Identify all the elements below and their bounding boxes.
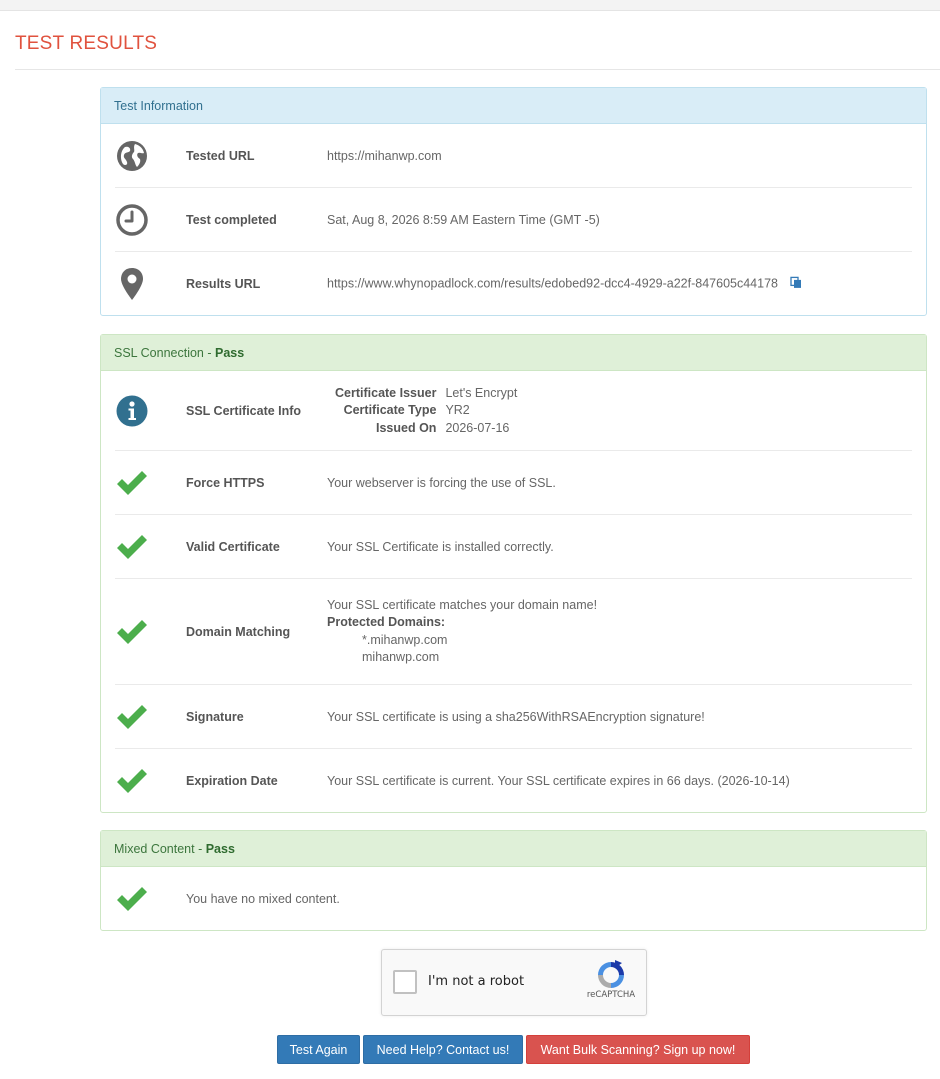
issued-on-key: Issued On (376, 420, 437, 435)
results-url-text[interactable]: https://www.whynopadlock.com/results/edo… (327, 276, 778, 290)
status-badge: Pass (205, 842, 235, 856)
panel-heading: Mixed Content - Pass (101, 831, 926, 867)
mixed-content-row: You have no mixed content. (115, 867, 912, 930)
signature-label: Signature (186, 709, 244, 724)
signature-value: Your SSL certificate is using a sha256Wi… (327, 709, 705, 724)
recaptcha-brand: reCAPTCHA (586, 990, 636, 1000)
force-https-row: Force HTTPS Your webserver is forcing th… (115, 451, 912, 515)
mixed-content-panel: Mixed Content - Pass You have no mixed c… (100, 830, 927, 931)
ssl-certificate-info-row: SSL Certificate Info Certificate Issuer L… (115, 371, 912, 451)
clock-icon (115, 203, 149, 237)
test-completed-label: Test completed (186, 212, 277, 227)
tested-url-label: Tested URL (186, 148, 255, 163)
globe-icon (115, 139, 149, 173)
results-url-value: https://www.whynopadlock.com/results/edo… (327, 276, 802, 291)
check-icon (115, 882, 149, 916)
tested-url-row: Tested URL https://mihanwp.com (115, 124, 912, 188)
certificate-issuer-value: Let's Encrypt (445, 385, 518, 400)
status-badge: Pass (214, 346, 245, 360)
mixed-content-value: You have no mixed content. (186, 891, 340, 906)
bulk-scanning-signup-button[interactable]: Want Bulk Scanning? Sign up now! (526, 1035, 750, 1064)
certificate-type-value: YR2 (445, 402, 470, 417)
protected-domain: mihanwp.com (362, 650, 440, 664)
test-completed-value: Sat, Aug 8, 2026 8:59 AM Eastern Time (G… (327, 212, 600, 227)
expiration-date-row: Expiration Date Your SSL certificate is … (115, 749, 912, 813)
expiration-date-label: Expiration Date (186, 774, 278, 788)
check-icon (115, 615, 149, 649)
title-divider (15, 69, 940, 70)
force-https-value: Your webserver is forcing the use of SSL… (327, 475, 556, 490)
check-icon (115, 530, 149, 564)
heading-text: Mixed Content (114, 842, 195, 856)
certificate-issuer-key: Certificate Issuer (335, 385, 437, 400)
domain-matching-label: Domain Matching (186, 624, 291, 639)
top-bar (0, 0, 940, 11)
test-again-button[interactable]: Test Again (277, 1035, 360, 1064)
test-information-panel: Test Information Tested URL https://miha… (100, 87, 927, 316)
domain-match-message: Your SSL certificate matches your domain… (327, 597, 598, 612)
test-completed-row: Test completed Sat, Aug 8, 2026 8:59 AM … (115, 188, 912, 252)
domain-matching-row: Domain Matching Your SSL certificate mat… (115, 579, 912, 685)
protected-domain: *.mihanwp.com (362, 632, 448, 647)
tested-url-value: https://mihanwp.com (327, 148, 442, 163)
certificate-type-key: Certificate Type (343, 402, 437, 417)
signature-row: Signature Your SSL certificate is using … (115, 685, 912, 749)
valid-certificate-label: Valid Certificate (186, 539, 280, 554)
valid-certificate-row: Valid Certificate Your SSL Certificate i… (115, 515, 912, 579)
copy-icon[interactable] (790, 276, 802, 292)
certificate-details: Certificate Issuer Let's Encrypt Certific… (335, 384, 517, 437)
domain-matching-value: Your SSL certificate matches your domain… (327, 597, 597, 667)
expiration-date-value: Your SSL certificate is current. Your SS… (327, 774, 790, 788)
issued-on-value: 2026-07-16 (445, 420, 510, 435)
recaptcha-label: I'm not a robot (428, 974, 525, 989)
panel-heading: SSL Connection - Pass (101, 335, 926, 371)
ssl-certificate-info-label: SSL Certificate Info (186, 403, 302, 418)
panel-heading: Test Information (101, 88, 926, 124)
results-url-label: Results URL (186, 277, 261, 291)
check-icon (115, 466, 149, 500)
force-https-label: Force HTTPS (186, 475, 265, 490)
info-icon (115, 394, 149, 428)
ssl-connection-panel: SSL Connection - Pass SSL Certificate In… (100, 334, 927, 813)
contact-us-button[interactable]: Need Help? Contact us! (363, 1035, 523, 1064)
protected-domains-label: Protected Domains: (327, 615, 446, 629)
heading-separator: - (203, 346, 215, 360)
heading-text: SSL Connection (114, 346, 204, 360)
check-icon (115, 764, 149, 798)
recaptcha-logo-icon (595, 959, 627, 991)
valid-certificate-value: Your SSL Certificate is installed correc… (327, 539, 554, 554)
page-title: TEST RESULTS (15, 33, 158, 54)
heading-separator: - (194, 842, 206, 856)
recaptcha-checkbox[interactable] (393, 970, 417, 994)
map-pin-icon (115, 267, 149, 301)
recaptcha-widget: I'm not a robot reCAPTCHA (381, 949, 647, 1016)
results-url-row: Results URL https://www.whynopadlock.com… (115, 252, 912, 316)
check-icon (115, 700, 149, 734)
